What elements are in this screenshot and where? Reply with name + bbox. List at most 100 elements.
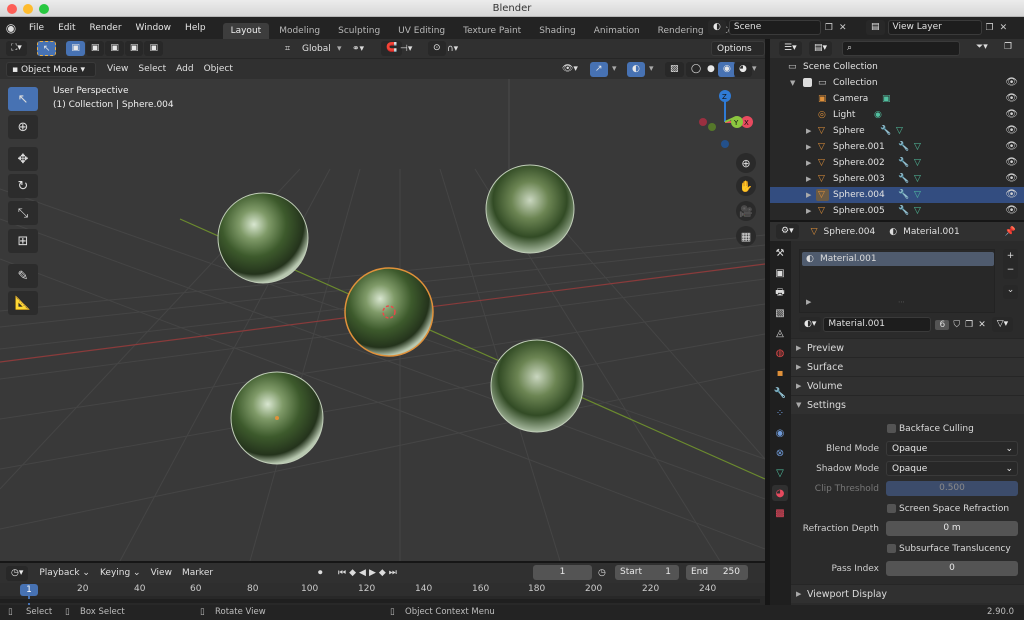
expand-arrow-icon[interactable]: ▶	[806, 139, 811, 155]
tab-world-icon[interactable]: ◍	[772, 345, 788, 361]
scene-name-field[interactable]: Scene	[728, 20, 821, 35]
tab-output-icon[interactable]: 🖶	[772, 285, 788, 301]
tab-view-layer-icon[interactable]: ▧	[772, 305, 788, 321]
pass-index-field[interactable]: 0	[886, 561, 1018, 576]
tab-particles-icon[interactable]: ⁘	[772, 405, 788, 421]
tree-row-sphere-003[interactable]: ▶ ▽ Sphere.003 🔧 ▽ 👁	[770, 171, 1024, 187]
panel-volume[interactable]: ▶ Volume	[791, 376, 1024, 395]
select-mode-subtract-icon[interactable]: ▣	[105, 41, 124, 56]
wrench-modifier-icon[interactable]: 🔧	[898, 171, 909, 187]
material-name-field[interactable]: Material.001	[823, 317, 932, 332]
camera-view-icon[interactable]: 🎥	[736, 201, 756, 221]
perspective-toggle-icon[interactable]: ▦	[736, 226, 756, 246]
close-window-button[interactable]	[7, 4, 17, 14]
snap-target-icon[interactable]: ⊣▾	[400, 44, 412, 54]
select-mode-extend-icon[interactable]: ▣	[85, 41, 105, 56]
visibility-icon[interactable]: 👁▾	[562, 64, 578, 74]
tree-row-light[interactable]: ◎ Light ◉ 👁	[770, 107, 1024, 123]
gizmo-toggle-icon[interactable]: ↗	[590, 61, 608, 77]
select-mode-invert-icon[interactable]: ▣	[124, 41, 144, 56]
play-icon[interactable]: ▶	[369, 568, 379, 578]
fake-user-shield-icon[interactable]: ⛉	[953, 320, 960, 330]
delete-view-layer-icon[interactable]: ✕	[1000, 23, 1008, 33]
wrench-modifier-icon[interactable]: 🔧	[898, 203, 909, 219]
tab-modeling[interactable]: Modeling	[271, 23, 328, 39]
proportional-edit-icon[interactable]: ⊙	[428, 41, 446, 56]
timeline-area[interactable]: 1 20 40 60 80 100 120 140 160 180 200 22…	[0, 583, 765, 605]
pivot-point-icon[interactable]: ⚭▾	[352, 44, 364, 54]
cursor-tool[interactable]: ⊕	[8, 115, 38, 139]
new-scene-icon[interactable]: ❐	[825, 23, 833, 33]
tab-layout[interactable]: Layout	[222, 23, 270, 39]
select-box-tool[interactable]: ↖	[8, 87, 38, 111]
wrench-modifier-icon[interactable]: 🔧	[880, 123, 891, 139]
eye-icon[interactable]: 👁	[1005, 123, 1018, 139]
tab-uv-editing[interactable]: UV Editing	[390, 23, 453, 39]
move-tool[interactable]: ✥	[8, 147, 38, 171]
material-name-breadcrumb[interactable]: Material.001	[903, 227, 960, 237]
expand-arrow-icon[interactable]: ▶	[806, 155, 811, 171]
scale-tool[interactable]: ⤡	[8, 201, 38, 225]
rendered-shading-icon[interactable]: ◕	[734, 61, 752, 77]
wrench-modifier-icon[interactable]: 🔧	[898, 155, 909, 171]
mesh-data-icon[interactable]: ▽	[914, 139, 921, 155]
zoom-icon[interactable]: ⊕	[736, 153, 756, 173]
panel-preview[interactable]: ▶ Preview	[791, 338, 1024, 357]
tree-row-collection[interactable]: ▼ ▭ Collection 👁	[770, 75, 1024, 91]
wrench-modifier-icon[interactable]: 🔧	[898, 187, 909, 203]
view-layer-name-field[interactable]: View Layer	[887, 20, 982, 35]
pin-icon[interactable]: 📌	[1005, 227, 1016, 237]
add-slot-icon[interactable]: +	[1003, 249, 1018, 263]
current-frame-field[interactable]: 1	[533, 565, 592, 580]
material-slot-row[interactable]: ◐ Material.001	[802, 252, 994, 266]
sphere[interactable]	[217, 192, 309, 284]
mesh-data-icon[interactable]: ▽	[914, 155, 921, 171]
tree-row-sphere[interactable]: ▶ ▽ Sphere 🔧 ▽ 👁	[770, 123, 1024, 139]
timeline-scrollbar[interactable]	[0, 599, 760, 603]
menu-render[interactable]: Render	[83, 17, 129, 39]
display-mode-icon[interactable]: ▤▾	[809, 41, 833, 56]
select-tool-icon[interactable]: ↖	[36, 41, 57, 56]
properties-editor-type-icon[interactable]: ⚙▾	[776, 224, 799, 239]
expand-arrow-icon[interactable]: ▶	[806, 123, 811, 139]
tree-row-scene-collection[interactable]: ▭ Scene Collection	[770, 59, 1024, 75]
timeline-editor-type-icon[interactable]: ◷▾	[6, 565, 29, 581]
wrench-modifier-icon[interactable]: 🔧	[898, 139, 909, 155]
panel-surface[interactable]: ▶ Surface	[791, 357, 1024, 376]
tab-constraints-icon[interactable]: ⊗	[772, 445, 788, 461]
menu-window[interactable]: Window	[129, 17, 179, 39]
3d-viewport[interactable]: User Perspective (1) Collection | Sphere…	[0, 79, 765, 561]
play-reverse-icon[interactable]: ◀	[359, 568, 369, 578]
expand-arrow-icon[interactable]: ▶	[806, 187, 811, 203]
refraction-depth-field[interactable]: 0 m	[886, 521, 1018, 536]
menu-object[interactable]: Object	[199, 64, 238, 74]
sphere-004[interactable]	[344, 267, 434, 357]
keying-dropdown[interactable]: Keying ⌄	[95, 568, 146, 578]
tab-tool-icon[interactable]: ⚒	[772, 245, 788, 261]
material-slot-list[interactable]: ◐ Material.001 ▶ ⋯	[799, 249, 995, 313]
view-layer-browse-icon[interactable]: ▤	[866, 20, 885, 35]
tab-texture-icon[interactable]: ▩	[772, 505, 788, 521]
navigation-gizmo[interactable]: Z X Y	[690, 87, 760, 157]
tab-animation[interactable]: Animation	[586, 23, 648, 39]
end-frame-field[interactable]: End 250	[686, 565, 748, 580]
exclude-checkbox[interactable]	[803, 78, 812, 87]
camera-data-icon[interactable]: ▣	[882, 91, 891, 107]
playhead[interactable]: 1	[20, 584, 38, 596]
prev-keyframe-icon[interactable]: ◆	[349, 568, 359, 578]
scene-browse-icon[interactable]: ◐	[708, 20, 726, 35]
clip-threshold-slider[interactable]: 0.500	[886, 481, 1018, 496]
maximize-window-button[interactable]	[39, 4, 49, 14]
new-collection-icon[interactable]: ❐	[1004, 42, 1012, 52]
browse-material-icon[interactable]: ◐▾	[799, 317, 822, 332]
annotate-tool[interactable]: ✎	[8, 264, 38, 288]
eye-icon[interactable]: 👁	[1005, 107, 1018, 123]
shadow-mode-dropdown[interactable]: Opaque ⌄	[886, 461, 1018, 476]
sphere-001[interactable]	[485, 164, 575, 254]
editor-type-icon[interactable]: ⛶▾	[6, 41, 27, 56]
link-mode-icon[interactable]: ▽▾	[991, 317, 1014, 332]
tab-object-icon[interactable]: ▪	[772, 365, 788, 381]
mesh-data-icon[interactable]: ▽	[896, 123, 903, 139]
expand-arrow-icon[interactable]: ▶	[806, 203, 811, 219]
remove-slot-icon[interactable]: −	[1003, 263, 1018, 277]
